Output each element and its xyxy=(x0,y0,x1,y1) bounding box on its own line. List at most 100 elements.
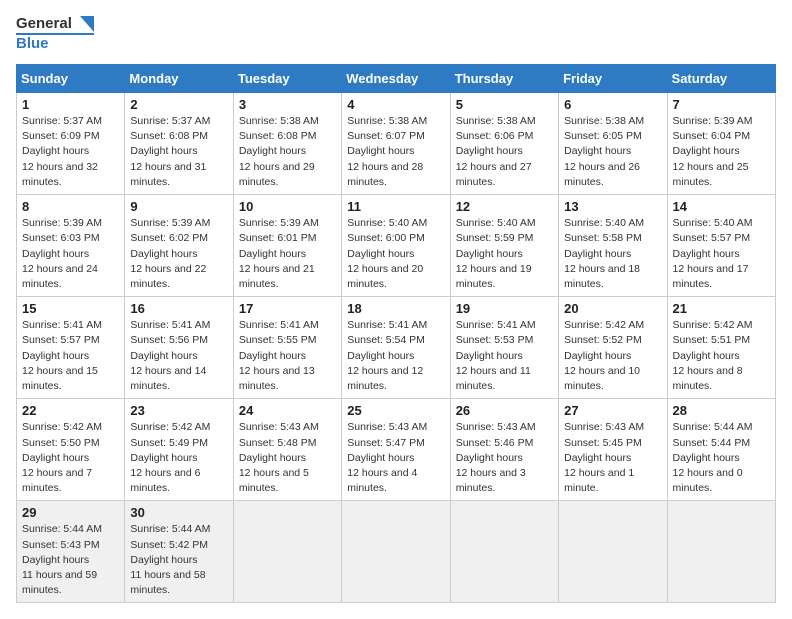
calendar-cell: 15 Sunrise: 5:41 AMSunset: 5:57 PMDaylig… xyxy=(17,297,125,399)
day-info: Sunrise: 5:44 AMSunset: 5:42 PMDaylight … xyxy=(130,522,227,598)
day-info: Sunrise: 5:42 AMSunset: 5:49 PMDaylight … xyxy=(130,420,227,496)
day-info: Sunrise: 5:38 AMSunset: 6:08 PMDaylight … xyxy=(239,114,336,190)
calendar-cell: 17 Sunrise: 5:41 AMSunset: 5:55 PMDaylig… xyxy=(233,297,341,399)
day-info: Sunrise: 5:40 AMSunset: 5:57 PMDaylight … xyxy=(673,216,770,292)
day-info: Sunrise: 5:43 AMSunset: 5:48 PMDaylight … xyxy=(239,420,336,496)
day-number: 23 xyxy=(130,403,227,418)
calendar-week-row: 8 Sunrise: 5:39 AMSunset: 6:03 PMDayligh… xyxy=(17,195,776,297)
calendar-cell: 9 Sunrise: 5:39 AMSunset: 6:02 PMDayligh… xyxy=(125,195,233,297)
day-number: 15 xyxy=(22,301,119,316)
day-info: Sunrise: 5:38 AMSunset: 6:05 PMDaylight … xyxy=(564,114,661,190)
calendar-cell: 24 Sunrise: 5:43 AMSunset: 5:48 PMDaylig… xyxy=(233,399,341,501)
day-info: Sunrise: 5:41 AMSunset: 5:57 PMDaylight … xyxy=(22,318,119,394)
day-number: 25 xyxy=(347,403,444,418)
day-info: Sunrise: 5:44 AMSunset: 5:44 PMDaylight … xyxy=(673,420,770,496)
day-number: 22 xyxy=(22,403,119,418)
day-number: 1 xyxy=(22,97,119,112)
calendar-cell: 23 Sunrise: 5:42 AMSunset: 5:49 PMDaylig… xyxy=(125,399,233,501)
day-info: Sunrise: 5:44 AMSunset: 5:43 PMDaylight … xyxy=(22,522,119,598)
weekday-header: Sunday xyxy=(17,65,125,93)
calendar-cell: 8 Sunrise: 5:39 AMSunset: 6:03 PMDayligh… xyxy=(17,195,125,297)
calendar-body: 1 Sunrise: 5:37 AMSunset: 6:09 PMDayligh… xyxy=(17,93,776,603)
weekday-header: Thursday xyxy=(450,65,558,93)
calendar-table: SundayMondayTuesdayWednesdayThursdayFrid… xyxy=(16,64,776,603)
day-number: 10 xyxy=(239,199,336,214)
calendar-cell: 27 Sunrise: 5:43 AMSunset: 5:45 PMDaylig… xyxy=(559,399,667,501)
calendar-week-row: 15 Sunrise: 5:41 AMSunset: 5:57 PMDaylig… xyxy=(17,297,776,399)
calendar-cell xyxy=(559,501,667,603)
day-number: 11 xyxy=(347,199,444,214)
calendar-cell xyxy=(342,501,450,603)
day-info: Sunrise: 5:39 AMSunset: 6:04 PMDaylight … xyxy=(673,114,770,190)
day-number: 5 xyxy=(456,97,553,112)
calendar-cell: 21 Sunrise: 5:42 AMSunset: 5:51 PMDaylig… xyxy=(667,297,775,399)
day-number: 12 xyxy=(456,199,553,214)
calendar-cell: 3 Sunrise: 5:38 AMSunset: 6:08 PMDayligh… xyxy=(233,93,341,195)
logo-general: General xyxy=(16,16,94,33)
calendar-cell: 30 Sunrise: 5:44 AMSunset: 5:42 PMDaylig… xyxy=(125,501,233,603)
page-header: General Blue xyxy=(16,16,776,52)
calendar-cell: 10 Sunrise: 5:39 AMSunset: 6:01 PMDaylig… xyxy=(233,195,341,297)
day-info: Sunrise: 5:40 AMSunset: 5:58 PMDaylight … xyxy=(564,216,661,292)
day-number: 28 xyxy=(673,403,770,418)
weekday-header: Saturday xyxy=(667,65,775,93)
day-info: Sunrise: 5:39 AMSunset: 6:02 PMDaylight … xyxy=(130,216,227,292)
calendar-cell: 6 Sunrise: 5:38 AMSunset: 6:05 PMDayligh… xyxy=(559,93,667,195)
calendar-cell: 22 Sunrise: 5:42 AMSunset: 5:50 PMDaylig… xyxy=(17,399,125,501)
day-info: Sunrise: 5:42 AMSunset: 5:52 PMDaylight … xyxy=(564,318,661,394)
calendar-cell: 18 Sunrise: 5:41 AMSunset: 5:54 PMDaylig… xyxy=(342,297,450,399)
day-number: 18 xyxy=(347,301,444,316)
day-info: Sunrise: 5:40 AMSunset: 6:00 PMDaylight … xyxy=(347,216,444,292)
calendar-cell: 7 Sunrise: 5:39 AMSunset: 6:04 PMDayligh… xyxy=(667,93,775,195)
calendar-cell: 26 Sunrise: 5:43 AMSunset: 5:46 PMDaylig… xyxy=(450,399,558,501)
weekday-header: Monday xyxy=(125,65,233,93)
day-info: Sunrise: 5:41 AMSunset: 5:53 PMDaylight … xyxy=(456,318,553,394)
day-info: Sunrise: 5:39 AMSunset: 6:01 PMDaylight … xyxy=(239,216,336,292)
calendar-cell: 16 Sunrise: 5:41 AMSunset: 5:56 PMDaylig… xyxy=(125,297,233,399)
calendar-cell: 12 Sunrise: 5:40 AMSunset: 5:59 PMDaylig… xyxy=(450,195,558,297)
calendar-cell: 20 Sunrise: 5:42 AMSunset: 5:52 PMDaylig… xyxy=(559,297,667,399)
day-number: 26 xyxy=(456,403,553,418)
weekday-header: Friday xyxy=(559,65,667,93)
day-number: 24 xyxy=(239,403,336,418)
calendar-cell: 4 Sunrise: 5:38 AMSunset: 6:07 PMDayligh… xyxy=(342,93,450,195)
calendar-cell: 28 Sunrise: 5:44 AMSunset: 5:44 PMDaylig… xyxy=(667,399,775,501)
day-number: 6 xyxy=(564,97,661,112)
day-info: Sunrise: 5:42 AMSunset: 5:50 PMDaylight … xyxy=(22,420,119,496)
day-number: 17 xyxy=(239,301,336,316)
weekday-header: Wednesday xyxy=(342,65,450,93)
calendar-week-row: 29 Sunrise: 5:44 AMSunset: 5:43 PMDaylig… xyxy=(17,501,776,603)
calendar-header-row: SundayMondayTuesdayWednesdayThursdayFrid… xyxy=(17,65,776,93)
day-number: 3 xyxy=(239,97,336,112)
day-info: Sunrise: 5:43 AMSunset: 5:47 PMDaylight … xyxy=(347,420,444,496)
calendar-cell: 29 Sunrise: 5:44 AMSunset: 5:43 PMDaylig… xyxy=(17,501,125,603)
day-number: 9 xyxy=(130,199,227,214)
day-info: Sunrise: 5:38 AMSunset: 6:07 PMDaylight … xyxy=(347,114,444,190)
calendar-cell: 25 Sunrise: 5:43 AMSunset: 5:47 PMDaylig… xyxy=(342,399,450,501)
weekday-header: Tuesday xyxy=(233,65,341,93)
logo-blue: Blue xyxy=(16,33,94,53)
day-number: 27 xyxy=(564,403,661,418)
day-info: Sunrise: 5:37 AMSunset: 6:09 PMDaylight … xyxy=(22,114,119,190)
day-number: 30 xyxy=(130,505,227,520)
day-number: 14 xyxy=(673,199,770,214)
calendar-cell: 2 Sunrise: 5:37 AMSunset: 6:08 PMDayligh… xyxy=(125,93,233,195)
calendar-cell: 13 Sunrise: 5:40 AMSunset: 5:58 PMDaylig… xyxy=(559,195,667,297)
day-info: Sunrise: 5:42 AMSunset: 5:51 PMDaylight … xyxy=(673,318,770,394)
day-number: 2 xyxy=(130,97,227,112)
day-number: 16 xyxy=(130,301,227,316)
day-info: Sunrise: 5:43 AMSunset: 5:45 PMDaylight … xyxy=(564,420,661,496)
day-number: 29 xyxy=(22,505,119,520)
day-info: Sunrise: 5:41 AMSunset: 5:54 PMDaylight … xyxy=(347,318,444,394)
logo: General Blue xyxy=(16,16,94,52)
calendar-cell xyxy=(450,501,558,603)
day-number: 4 xyxy=(347,97,444,112)
day-info: Sunrise: 5:37 AMSunset: 6:08 PMDaylight … xyxy=(130,114,227,190)
day-info: Sunrise: 5:41 AMSunset: 5:55 PMDaylight … xyxy=(239,318,336,394)
day-number: 20 xyxy=(564,301,661,316)
day-number: 8 xyxy=(22,199,119,214)
calendar-week-row: 22 Sunrise: 5:42 AMSunset: 5:50 PMDaylig… xyxy=(17,399,776,501)
day-info: Sunrise: 5:43 AMSunset: 5:46 PMDaylight … xyxy=(456,420,553,496)
day-info: Sunrise: 5:40 AMSunset: 5:59 PMDaylight … xyxy=(456,216,553,292)
day-number: 19 xyxy=(456,301,553,316)
